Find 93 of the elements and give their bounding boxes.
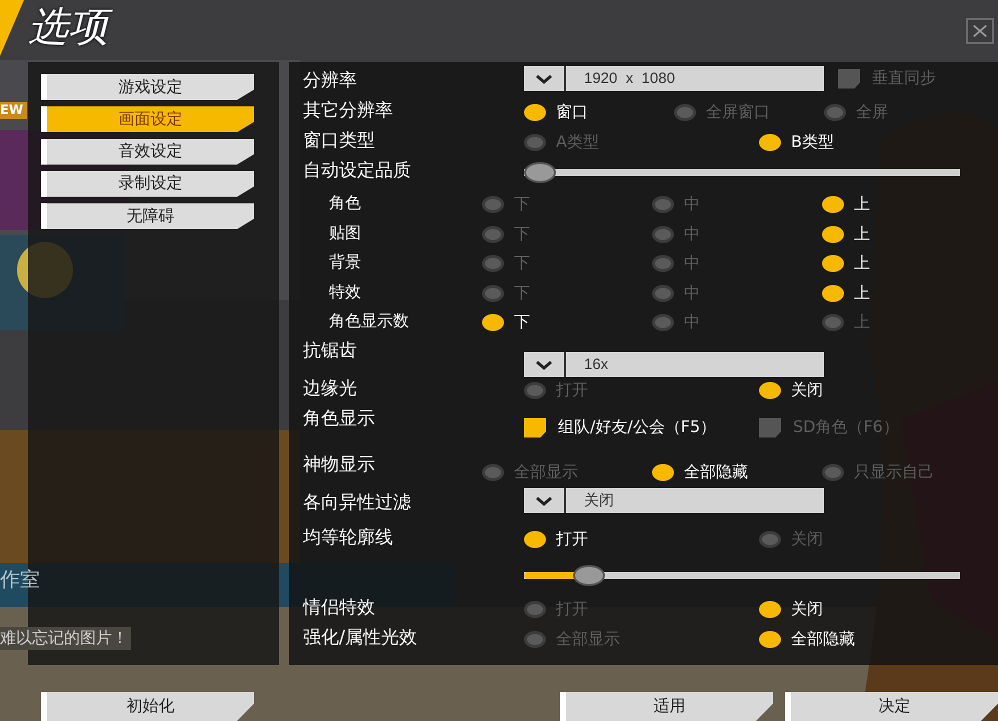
radio-button[interactable] (822, 314, 844, 331)
option-label: 关闭 (791, 598, 823, 620)
setting-label: 分辨率 (303, 69, 358, 93)
radio-button[interactable] (482, 255, 504, 272)
radio-button[interactable] (674, 104, 696, 121)
menu-tab[interactable]: 无障碍 (41, 203, 254, 230)
checkbox-label: 垂直同步 (872, 68, 937, 86)
radio-button[interactable] (652, 196, 674, 213)
window-title: 选项 (26, 0, 118, 54)
setting-label: 特效 (328, 280, 362, 302)
checkbox[interactable] (838, 68, 860, 88)
corner-decoration (0, 0, 24, 56)
setting-label: 窗口类型 (303, 129, 376, 153)
option-label: 窗口 (556, 102, 588, 123)
menu-tab[interactable]: 录制设定 (41, 170, 254, 197)
radio-button[interactable] (524, 600, 546, 618)
setting-label: 背景 (328, 251, 362, 273)
option-label: 上 (854, 253, 870, 274)
caption-text: 难以忘记的图片！ (0, 627, 131, 650)
setting-label: 角色显示数 (328, 310, 410, 332)
radio-button[interactable] (524, 134, 546, 151)
option-label: 中 (684, 312, 700, 333)
radio-button[interactable] (822, 464, 844, 480)
radio-button[interactable] (652, 284, 674, 302)
radio-button[interactable] (652, 255, 674, 272)
option-label: 全屏 (856, 102, 888, 123)
option-label: 打开 (556, 598, 588, 620)
menu-tab[interactable]: 画面设定 (41, 106, 254, 132)
setting-label: 角色 (328, 192, 362, 214)
option-label: 中 (684, 253, 700, 274)
option-label: 全部隐藏 (791, 628, 855, 650)
apply-button[interactable]: 适用 (560, 692, 773, 721)
option-label: 下 (514, 194, 530, 215)
setting-label: 各向异性过滤 (303, 490, 412, 514)
close-icon (971, 23, 989, 39)
option-label: 下 (514, 253, 530, 274)
option-label: 下 (514, 312, 530, 333)
option-label: 关闭 (791, 528, 823, 550)
option-label: 上 (854, 194, 870, 215)
radio-button[interactable] (482, 226, 504, 242)
setting-label: 抗锯齿 (303, 338, 358, 362)
radio-button[interactable] (482, 464, 504, 480)
menu-tab[interactable]: 音效设定 (41, 138, 254, 165)
option-label: B类型 (791, 132, 834, 153)
setting-label: 均等轮廓线 (303, 526, 394, 550)
option-label: 下 (514, 224, 530, 244)
menu-tab[interactable]: 游戏设定 (41, 74, 254, 100)
radio-button[interactable] (652, 226, 674, 242)
setting-label: 神物显示 (303, 452, 376, 476)
checkbox-label: 组队/好友/公会（F5） (558, 418, 718, 434)
checkbox-label: SD角色（F6） (793, 418, 900, 434)
dropdown[interactable]: 关闭 (524, 488, 824, 512)
radio-button[interactable] (652, 314, 674, 331)
option-label: 下 (514, 282, 530, 304)
option-label: 全部显示 (514, 462, 578, 482)
setting-label: 贴图 (328, 222, 362, 244)
setting-label: 强化/属性光效 (303, 626, 418, 650)
dropdown[interactable]: 1920 x 1080 (524, 66, 824, 91)
checkbox[interactable] (759, 418, 781, 438)
option-label: 上 (854, 312, 870, 333)
radio-button[interactable] (824, 104, 846, 121)
new-badge: EW (0, 102, 28, 119)
setting-label: 其它分辨率 (303, 99, 394, 123)
radio-button[interactable] (524, 630, 546, 648)
option-label: 中 (684, 224, 700, 244)
radio-button[interactable] (759, 530, 781, 548)
setting-label: 情侣特效 (303, 596, 376, 620)
slider-thumb[interactable] (572, 564, 605, 586)
option-label: 关闭 (791, 380, 823, 400)
setting-label: 边缘光 (303, 376, 358, 400)
setting-label: 自动设定品质 (303, 159, 412, 183)
option-label: 上 (854, 282, 870, 304)
option-label: 全屏窗口 (706, 102, 770, 123)
radio-button[interactable] (524, 382, 546, 398)
option-label: 打开 (556, 528, 588, 550)
checkbox[interactable] (524, 418, 546, 438)
option-label: 全部显示 (556, 628, 620, 650)
radio-button[interactable] (482, 284, 504, 302)
option-label: A类型 (556, 132, 599, 153)
banner-text: 作室 (0, 566, 40, 593)
confirm-button[interactable]: 决定 (785, 692, 998, 721)
reset-button[interactable]: 初始化 (41, 692, 254, 721)
dropdown[interactable]: 16x (524, 352, 824, 376)
setting-label: 角色显示 (303, 406, 376, 430)
option-label: 只显示自己 (854, 462, 934, 482)
slider-thumb[interactable] (524, 162, 556, 183)
option-label: 上 (854, 224, 870, 244)
radio-button[interactable] (482, 196, 504, 213)
option-label: 打开 (556, 380, 588, 400)
option-label: 中 (684, 282, 700, 304)
close-button[interactable] (966, 18, 994, 44)
option-label: 中 (684, 194, 700, 215)
option-label: 全部隐藏 (684, 462, 748, 482)
